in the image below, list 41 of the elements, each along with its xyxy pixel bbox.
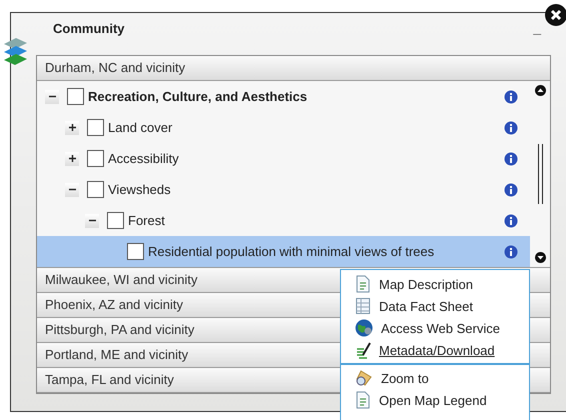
info-icon[interactable] [504, 90, 518, 104]
checkbox[interactable] [127, 243, 144, 260]
info-icon[interactable] [504, 152, 518, 166]
info-icon[interactable] [504, 214, 518, 228]
scroll-down-icon[interactable] [534, 252, 546, 263]
panel-title: Community [53, 20, 124, 36]
scroll-up-icon[interactable] [534, 85, 546, 96]
layer-label[interactable]: Viewsheds [108, 182, 171, 197]
document-icon [355, 391, 371, 409]
expand-toggle[interactable] [85, 214, 99, 228]
zoom-icon [355, 369, 373, 387]
globe-icon [355, 319, 373, 337]
expand-toggle[interactable] [65, 120, 79, 134]
table-icon [355, 297, 371, 315]
menu-item[interactable]: Zoom to [341, 367, 529, 389]
expand-toggle[interactable] [65, 182, 79, 196]
checkbox[interactable] [87, 181, 104, 198]
close-icon[interactable] [545, 4, 566, 26]
checkbox[interactable] [87, 150, 104, 167]
menu-item[interactable]: Access Web Service [341, 317, 529, 339]
edit-icon [355, 341, 371, 359]
menu-item[interactable]: Data Fact Sheet [341, 295, 529, 317]
expand-toggle[interactable] [65, 152, 79, 166]
scroll-thumb[interactable] [538, 144, 542, 204]
layer-label[interactable]: Forest [128, 213, 165, 228]
info-icon[interactable] [504, 244, 518, 258]
minimize-button[interactable]: _ [533, 20, 541, 36]
expand-toggle[interactable] [45, 90, 59, 104]
info-icon[interactable] [504, 120, 518, 134]
plus-icon [68, 123, 76, 132]
section-header[interactable]: Durham, NC and vicinity [37, 56, 550, 81]
layer-label[interactable]: Accessibility [108, 151, 179, 166]
info-icon[interactable] [504, 182, 518, 196]
checkbox[interactable] [67, 88, 84, 105]
layer-label[interactable]: Recreation, Culture, and Aesthetics [88, 89, 308, 104]
document-icon [355, 275, 371, 293]
checkbox[interactable] [107, 212, 124, 229]
plus-icon [68, 154, 76, 163]
checkbox[interactable] [87, 119, 104, 136]
layer-label[interactable]: Land cover [108, 120, 172, 135]
menu-item[interactable]: Map Description [341, 273, 529, 295]
